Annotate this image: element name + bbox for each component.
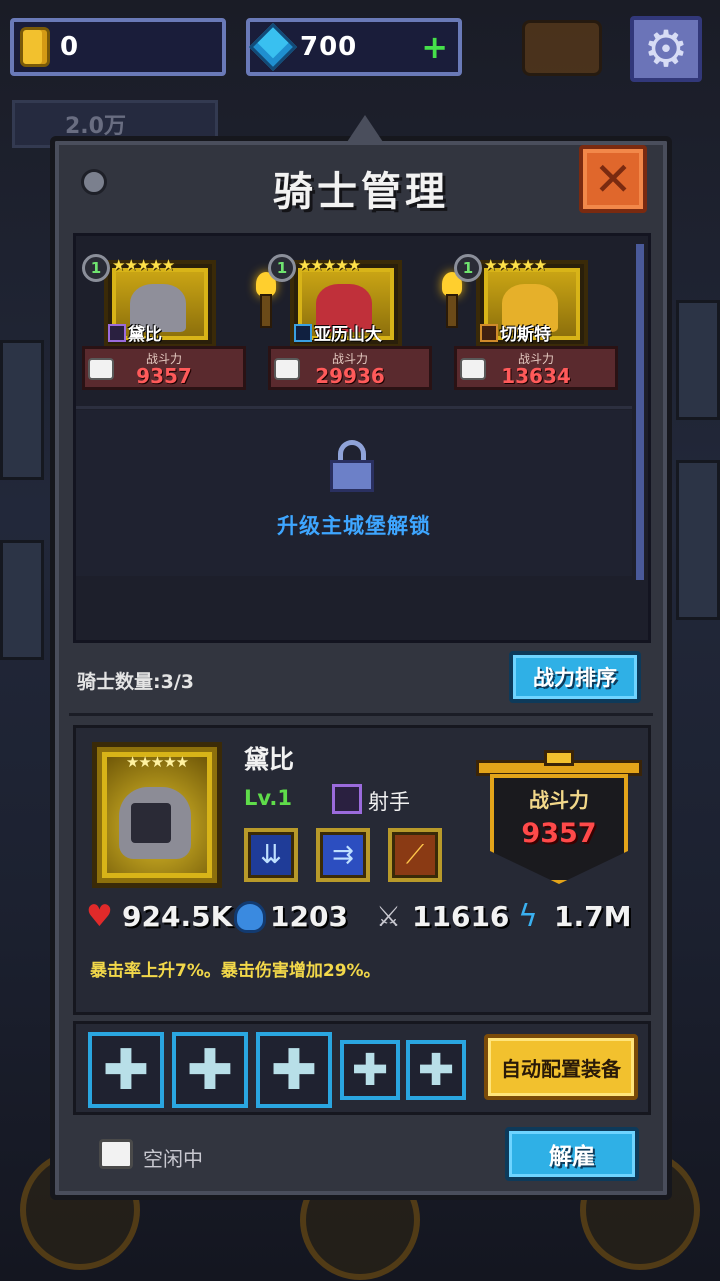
idle-bed-icon — [274, 358, 300, 380]
knight-name: 切斯特 — [500, 325, 551, 345]
power-badge-value: 9357 — [521, 818, 597, 849]
dismiss-knight-button[interactable]: 解雇 — [505, 1127, 639, 1181]
gold-counter[interactable]: 0 — [10, 18, 226, 76]
roster-scrollbar[interactable] — [636, 244, 644, 580]
background-building — [676, 460, 720, 620]
knight-card-alexander[interactable]: 1 ★★★★★ 亚历山大 战斗力 29936 — [268, 254, 434, 394]
add-gems-button[interactable]: + — [421, 28, 448, 66]
lock-icon — [330, 440, 374, 492]
equipment-slot-1[interactable]: ✚ — [88, 1032, 164, 1108]
roster-divider — [76, 406, 632, 409]
skill-multi-shot-icon[interactable]: ⇉ — [316, 828, 370, 882]
power-badge: 战斗力 9357 — [476, 750, 642, 886]
close-icon: ✕ — [593, 152, 633, 206]
idle-bed-icon — [99, 1139, 133, 1169]
close-button[interactable]: ✕ — [579, 145, 647, 213]
knight-name: 黛比 — [128, 325, 162, 345]
knight-name-row: 黛比 — [108, 320, 162, 345]
equipment-slot-5[interactable]: ✚ — [406, 1040, 466, 1100]
gear-icon: ⚙ — [643, 20, 689, 78]
idle-bed-icon — [460, 358, 486, 380]
knight-name-row: 切斯特 — [480, 320, 551, 345]
skill-arrow-rain-icon[interactable]: ⇊ — [244, 828, 298, 882]
knight-portrait[interactable]: ★★★★★ — [92, 742, 222, 888]
sword-icon: ⚔ — [376, 899, 402, 933]
equipment-slot-2[interactable]: ✚ — [172, 1032, 248, 1108]
sort-by-power-button[interactable]: 战力排序 — [509, 651, 641, 703]
knight-count: 骑士数量:3/3 — [77, 671, 194, 693]
auto-equip-button[interactable]: 自动配置装备 — [484, 1034, 638, 1100]
archer-class-icon — [332, 784, 362, 814]
stat-speed-value: 1.7M — [554, 900, 632, 933]
knight-status: 空闲中 — [143, 1147, 203, 1171]
background-building — [0, 540, 44, 660]
stat-hp: ♥ 924.5K — [86, 900, 232, 933]
power-badge-label: 战斗力 — [529, 788, 589, 812]
mage-class-icon — [294, 323, 312, 342]
archer-class-icon — [108, 323, 126, 342]
knight-level-badge: 1 — [268, 254, 296, 282]
knight-name: 亚历山大 — [314, 325, 382, 345]
detail-knight-name: 黛比 — [244, 745, 295, 774]
crit-bonus-text: 暴击率上升7%。暴击伤害增加29%。 — [90, 961, 381, 981]
equipment-slots: ✚ ✚ ✚ ✚ ✚ 自动配置装备 — [73, 1021, 651, 1115]
craft-hammer-icon[interactable] — [522, 20, 602, 76]
knight-stars: ★★★★★ — [298, 256, 361, 274]
detail-knight-level: Lv.1 — [244, 786, 292, 810]
locked-slot[interactable]: 升级主城堡解锁 — [76, 410, 632, 576]
knight-stars: ★★★★★ — [484, 256, 547, 274]
panel-title: 骑士管理 — [273, 169, 449, 215]
background-building — [0, 340, 44, 480]
background-building — [676, 300, 720, 420]
lightning-icon: ϟ — [518, 898, 538, 934]
gold-coin-icon — [20, 27, 50, 67]
knight-name-row: 亚历山大 — [294, 320, 382, 345]
knight-level-badge: 1 — [454, 254, 482, 282]
idle-bed-icon — [88, 358, 114, 380]
mana-potion-icon — [234, 900, 266, 933]
knight-roster: 1 ★★★★★ 黛比 战斗力 9357 1 ★★★★★ 亚历山大 战斗力 299… — [73, 233, 651, 643]
detail-knight-class: 射手 — [368, 790, 410, 814]
locked-slot-text: 升级主城堡解锁 — [277, 514, 431, 538]
top-resource-bar: 0 700 + ⚙ — [10, 16, 710, 82]
gem-counter[interactable]: 700 + — [246, 18, 462, 76]
stat-attack: ⚔ 11616 — [376, 900, 509, 933]
gold-value: 0 — [60, 32, 80, 62]
priest-class-icon — [480, 323, 498, 342]
heart-icon: ♥ — [86, 898, 113, 934]
stat-mana: 1203 — [234, 900, 348, 933]
stats-row: ♥ 924.5K 1203 ⚔ 11616 ϟ 1.7M — [86, 900, 646, 940]
equipment-slot-3[interactable]: ✚ — [256, 1032, 332, 1108]
stat-speed: ϟ 1.7M — [518, 900, 631, 933]
stat-hp-value: 924.5K — [122, 900, 233, 933]
knight-card-debbie[interactable]: 1 ★★★★★ 黛比 战斗力 9357 — [82, 254, 248, 394]
gem-icon — [248, 22, 298, 72]
section-divider — [69, 713, 653, 716]
stat-attack-value: 11616 — [412, 900, 510, 933]
knight-level-badge: 1 — [82, 254, 110, 282]
portrait-stars: ★★★★★ — [125, 753, 189, 771]
knight-card-chester[interactable]: 1 ★★★★★ 切斯特 战斗力 13634 — [454, 254, 620, 394]
gem-value: 700 — [300, 32, 358, 62]
stat-mana-value: 1203 — [270, 900, 348, 933]
skill-fire-arrow-icon[interactable]: ⟋ — [388, 828, 442, 882]
knight-detail: ★★★★★ 黛比 Lv.1 射手 ⇊ ⇉ ⟋ 战斗力 9357 ♥ 924.5K… — [73, 725, 651, 1015]
knight-stars: ★★★★★ — [112, 256, 175, 274]
settings-button[interactable]: ⚙ — [630, 16, 702, 82]
equipment-slot-4[interactable]: ✚ — [340, 1040, 400, 1100]
knight-management-panel: 骑士管理 ✕ 1 ★★★★★ 黛比 战斗力 9357 1 ★★★★★ 亚历山大 … — [50, 115, 672, 1200]
